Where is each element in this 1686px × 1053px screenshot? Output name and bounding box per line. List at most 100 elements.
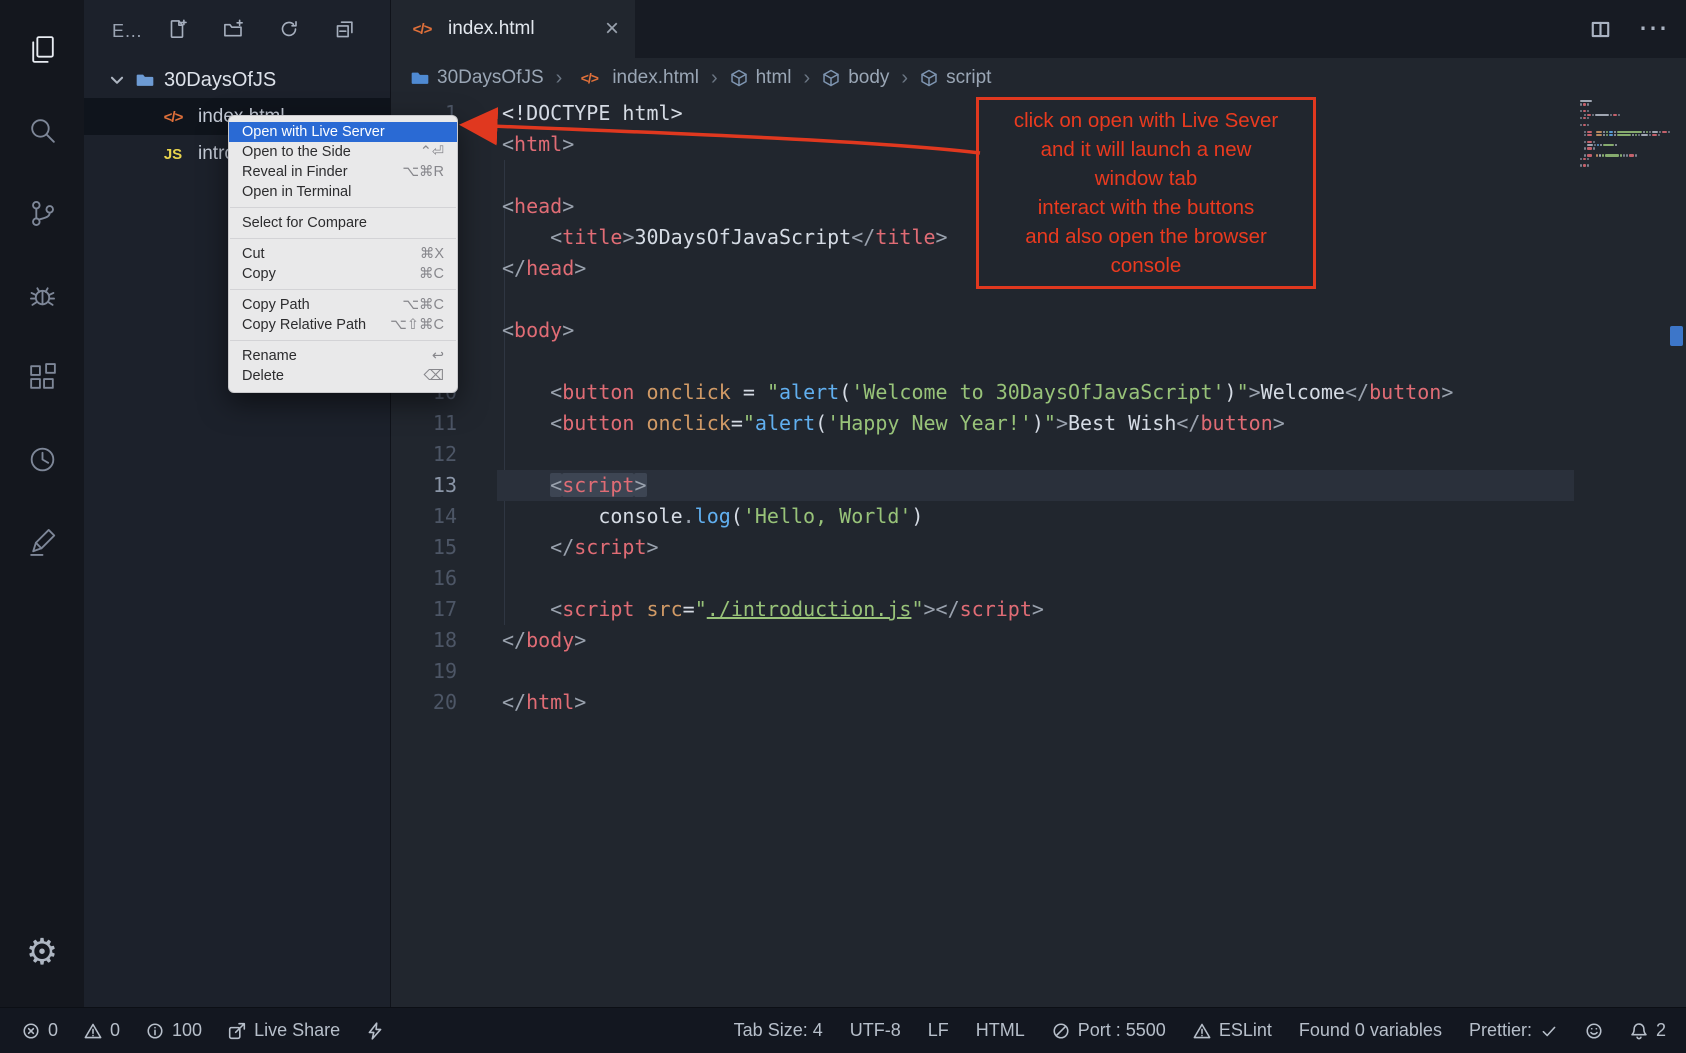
- status-text: Live Share: [254, 1020, 340, 1041]
- code-line-20[interactable]: 20</html>: [391, 687, 1686, 718]
- folder-icon: [136, 71, 154, 89]
- toolbar-new-file[interactable]: [167, 19, 187, 44]
- menu-item-open-with-live-server[interactable]: Open with Live Server: [229, 122, 457, 142]
- activity-clock[interactable]: [0, 418, 84, 500]
- code-line-18[interactable]: 18</body>: [391, 625, 1686, 656]
- code-line-15[interactable]: 15 </script>: [391, 532, 1686, 563]
- tab-close-icon[interactable]: [605, 17, 619, 41]
- chevron-down-icon: [108, 71, 126, 89]
- menu-item-cut[interactable]: Cut⌘X: [229, 244, 457, 264]
- activity-pen[interactable]: [0, 500, 84, 582]
- status-bolt[interactable]: [366, 1022, 384, 1040]
- source-control-icon: [26, 197, 59, 230]
- menu-item-label: Open with Live Server: [242, 124, 385, 140]
- status-feedback[interactable]: [1585, 1022, 1603, 1040]
- annotation-line: interact with the buttons: [983, 193, 1309, 222]
- chevron-right-icon: ›: [711, 67, 718, 90]
- status-notifications[interactable]: 2: [1630, 1020, 1666, 1041]
- code-line-19[interactable]: 19: [391, 656, 1686, 687]
- folder-icon: [411, 69, 429, 87]
- code-line-13[interactable]: 13 <script>: [391, 470, 1686, 501]
- html-file-icon: [407, 18, 437, 40]
- menu-item-copy-relative-path[interactable]: Copy Relative Path ⌥⇧⌘C: [229, 315, 457, 335]
- activity-search[interactable]: [0, 90, 84, 172]
- code-text: [457, 160, 502, 191]
- code-text: <button onclick = "alert('Welcome to 30D…: [457, 377, 1453, 408]
- breadcrumb-index-html[interactable]: index.html: [574, 67, 699, 89]
- code-line-14[interactable]: 14 console.log('Hello, World'): [391, 501, 1686, 532]
- code-line-17[interactable]: 17 <script src="./introduction.js"></scr…: [391, 594, 1686, 625]
- breadcrumb: 30DaysOfJS›index.html›html›body›script: [391, 58, 1686, 98]
- menu-item-open-in-terminal[interactable]: Open in Terminal: [229, 182, 457, 202]
- status-eol[interactable]: LF: [928, 1020, 949, 1041]
- code-text: </body>: [457, 625, 586, 656]
- html-file-icon: [574, 67, 604, 89]
- code-line-8[interactable]: 8<body>: [391, 315, 1686, 346]
- breadcrumb-30daysofjs[interactable]: 30DaysOfJS: [411, 67, 544, 89]
- activity-settings[interactable]: [26, 911, 58, 993]
- toolbar-collapse-all[interactable]: [335, 19, 355, 44]
- split-editor-icon[interactable]: [1591, 20, 1610, 39]
- activity-source-control[interactable]: [0, 172, 84, 254]
- status-live-server-port[interactable]: Port : 5500: [1052, 1020, 1166, 1041]
- tab-label: index.html: [448, 18, 594, 40]
- breadcrumb-script[interactable]: script: [920, 67, 991, 89]
- status-live-share[interactable]: Live Share: [228, 1020, 340, 1041]
- smiley-icon: [1585, 1022, 1603, 1040]
- chevron-right-icon: ›: [901, 67, 908, 90]
- status-errors[interactable]: 0: [22, 1020, 58, 1041]
- status-prettier[interactable]: Prettier:: [1469, 1020, 1558, 1041]
- menu-item-reveal-in-finder[interactable]: Reveal in Finder⌥⌘R: [229, 162, 457, 182]
- status-info-count[interactable]: 100: [146, 1020, 202, 1041]
- breadcrumb-body[interactable]: body: [822, 67, 889, 89]
- chevron-right-icon: ›: [804, 67, 811, 90]
- menu-item-open-to-the-side[interactable]: Open to the Side⌃⏎: [229, 142, 457, 162]
- breadcrumb-html[interactable]: html: [730, 67, 792, 89]
- line-number: 11: [391, 408, 457, 439]
- status-tab-size[interactable]: Tab Size: 4: [734, 1020, 823, 1041]
- status-text: Prettier:: [1469, 1020, 1532, 1041]
- menu-separator: [230, 207, 456, 208]
- code-text: console.log('Hello, World'): [457, 501, 923, 532]
- tab-index-html[interactable]: index.html: [391, 0, 635, 58]
- minimap[interactable]: [1580, 100, 1676, 168]
- explorer-icon: [26, 33, 59, 66]
- gear-icon: [26, 934, 58, 970]
- tab-bar: index.html: [391, 0, 1686, 58]
- menu-item-shortcut: ⌥⌘C: [402, 297, 444, 313]
- code-line-11[interactable]: 11 <button onclick="alert('Happy New Yea…: [391, 408, 1686, 439]
- code-line-12[interactable]: 12: [391, 439, 1686, 470]
- menu-item-copy-path[interactable]: Copy Path⌥⌘C: [229, 295, 457, 315]
- status-warnings[interactable]: 0: [84, 1020, 120, 1041]
- menu-item-copy[interactable]: Copy⌘C: [229, 264, 457, 284]
- activity-debug[interactable]: [0, 254, 84, 336]
- activity-items: [0, 0, 84, 582]
- menu-item-rename[interactable]: Rename↩: [229, 346, 457, 366]
- code-text: </script>: [457, 532, 659, 563]
- status-language-mode[interactable]: HTML: [976, 1020, 1025, 1041]
- status-text: 2: [1656, 1020, 1666, 1041]
- activity-extensions[interactable]: [0, 336, 84, 418]
- menu-item-shortcut: ⌥⇧⌘C: [390, 317, 444, 333]
- menu-separator: [230, 238, 456, 239]
- folder-30DaysOfJS[interactable]: 30DaysOfJS: [84, 62, 390, 98]
- status-encoding[interactable]: UTF-8: [850, 1020, 901, 1041]
- status-eslint[interactable]: ESLint: [1193, 1020, 1272, 1041]
- menu-item-label: Copy Relative Path: [242, 317, 366, 333]
- toolbar-refresh[interactable]: [279, 19, 299, 44]
- code-line-16[interactable]: 16: [391, 563, 1686, 594]
- breadcrumb-label: 30DaysOfJS: [437, 67, 544, 89]
- status-variables[interactable]: Found 0 variables: [1299, 1020, 1442, 1041]
- menu-item-select-for-compare[interactable]: Select for Compare: [229, 213, 457, 233]
- explorer-header: E…: [84, 0, 390, 62]
- annotation-box: click on open with Live Severand it will…: [976, 97, 1316, 289]
- more-actions-icon[interactable]: [1638, 14, 1668, 44]
- line-number: 18: [391, 625, 457, 656]
- code-line-9[interactable]: 9: [391, 346, 1686, 377]
- menu-item-delete[interactable]: Delete⌫: [229, 366, 457, 386]
- activity-explorer[interactable]: [0, 8, 84, 90]
- breadcrumb-label: index.html: [612, 67, 699, 89]
- toolbar-new-folder[interactable]: [223, 19, 243, 44]
- js-file-icon: [158, 143, 188, 165]
- code-line-10[interactable]: 10 <button onclick = "alert('Welcome to …: [391, 377, 1686, 408]
